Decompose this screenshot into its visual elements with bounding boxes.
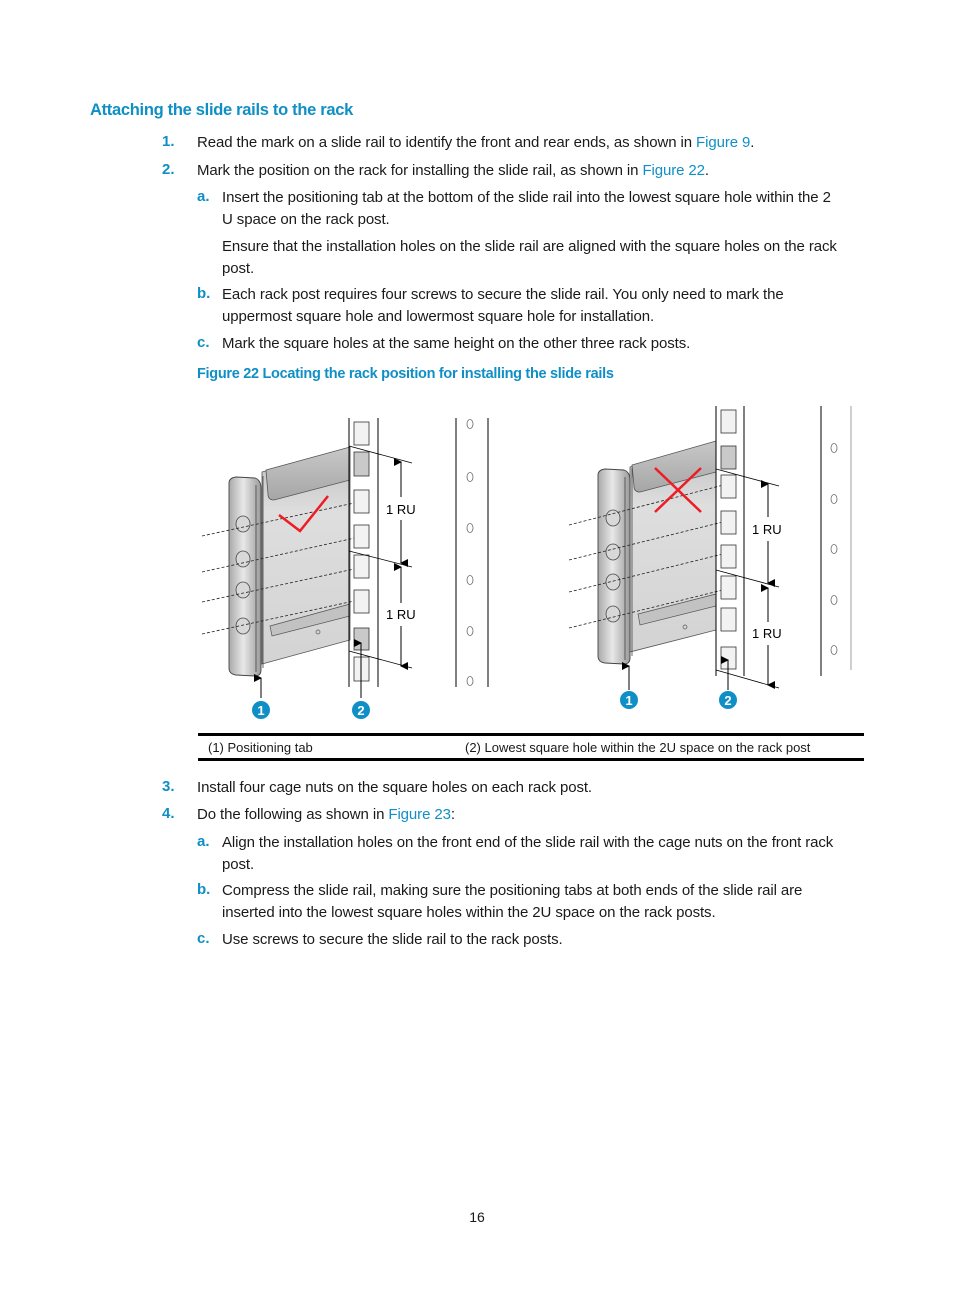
- ru-label: 1 RU: [752, 626, 782, 641]
- substep-text: post.: [222, 856, 255, 873]
- legend-bottom-rule: [198, 758, 864, 761]
- substep-text: inserted into the lowest square holes wi…: [222, 904, 716, 921]
- callout-number: 2: [357, 703, 364, 718]
- step-text: Do the following as shown in Figure 23:: [197, 804, 455, 826]
- step-number: 3.: [162, 778, 175, 795]
- slide-rail: [629, 440, 717, 653]
- figure-23-link[interactable]: Figure 23: [388, 806, 451, 823]
- callout-number: 2: [724, 693, 731, 708]
- callout-number: 1: [257, 703, 264, 718]
- legend-item-2: (2) Lowest square hole within the 2U spa…: [465, 740, 811, 755]
- ru-label: 1 RU: [386, 607, 416, 622]
- callout-badge-1: 1: [620, 691, 638, 709]
- callout-number: 1: [625, 693, 632, 708]
- step-text-part: :: [450, 806, 455, 823]
- legend-item-1: (1) Positioning tab: [208, 740, 313, 755]
- right-panel-incorrect: 1 RU 1 RU 1 2: [568, 406, 852, 709]
- front-bracket: [228, 476, 264, 677]
- rear-rack-post: [820, 406, 852, 676]
- substep-text: Use screws to secure the slide rail to t…: [222, 931, 563, 948]
- front-rack-post: [715, 406, 780, 689]
- ru-label: 1 RU: [386, 502, 416, 517]
- step-text-part: Do the following as shown in: [197, 806, 389, 823]
- substep-text: Compress the slide rail, making sure the…: [222, 882, 803, 899]
- front-bracket: [597, 468, 633, 665]
- callout-badge-1: 1: [252, 701, 270, 719]
- callout-badge-2: 2: [719, 691, 737, 709]
- step-number: 4.: [162, 805, 175, 822]
- figure-illustration: 1 RU 1 RU 1 2 1 RU 1 RU 1 2: [201, 406, 852, 719]
- rear-rack-post: [455, 418, 489, 687]
- substep-text: Align the installation holes on the fron…: [222, 834, 834, 851]
- left-panel-correct: 1 RU 1 RU 1 2: [201, 418, 489, 719]
- legend-top-rule: [198, 733, 864, 736]
- substep-letter: c.: [197, 930, 210, 947]
- step-text: Install four cage nuts on the square hol…: [197, 779, 592, 796]
- substep-letter: b.: [197, 881, 211, 898]
- page-number: 16: [469, 1209, 485, 1225]
- front-rack-post: [348, 418, 413, 687]
- callout-badge-2: 2: [352, 701, 370, 719]
- ru-label: 1 RU: [752, 522, 782, 537]
- substep-letter: a.: [197, 833, 210, 850]
